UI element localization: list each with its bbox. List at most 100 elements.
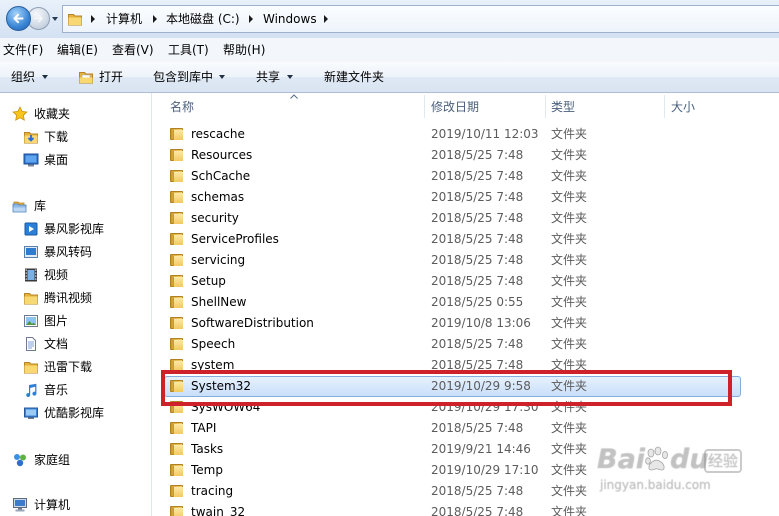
folder-icon (170, 337, 184, 351)
file-modified-date: 2018/5/25 7:48 (431, 169, 524, 183)
include-in-library-button[interactable]: 包含到库中 (148, 65, 232, 89)
file-row[interactable]: SoftwareDistribution 2019/10/8 13:06 文件夹 (153, 313, 779, 334)
nav-favorites[interactable]: 收藏夹 (34, 106, 70, 122)
folder-icon (170, 127, 184, 141)
watermark-brand-right: du (670, 444, 709, 475)
new-folder-button[interactable]: 新建文件夹 (319, 65, 391, 89)
file-type: 文件夹 (551, 295, 588, 309)
folder-icon (170, 148, 184, 162)
nav-item-music[interactable]: 音乐 (44, 382, 68, 398)
menu-view[interactable]: 查看(V) (112, 42, 154, 58)
menu-edit[interactable]: 编辑(E) (57, 42, 98, 58)
file-row[interactable]: ShellNew 2018/5/25 0:55 文件夹 (153, 292, 779, 313)
file-modified-date: 2018/5/25 7:48 (431, 421, 524, 435)
file-type: 文件夹 (551, 211, 588, 225)
nav-item-videos[interactable]: 视频 (44, 267, 68, 283)
file-modified-date: 2019/10/29 17:10 (431, 463, 539, 477)
nav-item-pictures[interactable]: 图片 (44, 313, 68, 329)
organize-label: 组织 (11, 70, 36, 84)
column-divider[interactable] (424, 95, 425, 118)
file-row[interactable]: schemas 2018/5/25 7:48 文件夹 (153, 187, 779, 208)
file-name: tracing (191, 484, 234, 498)
file-row[interactable]: Setup 2018/5/25 7:48 文件夹 (153, 271, 779, 292)
file-row[interactable]: ServiceProfiles 2018/5/25 7:48 文件夹 (153, 229, 779, 250)
file-row[interactable]: SchCache 2018/5/25 7:48 文件夹 (153, 166, 779, 187)
file-modified-date: 2019/9/21 14:46 (431, 442, 531, 456)
file-row[interactable]: TAPI 2018/5/25 7:48 文件夹 (153, 418, 779, 439)
menu-help[interactable]: 帮助(H) (223, 42, 265, 58)
nav-libraries[interactable]: 库 (34, 198, 46, 214)
organize-button[interactable]: 组织 (6, 65, 54, 89)
nav-item-tencent-video[interactable]: 腾讯视频 (44, 290, 92, 306)
nav-item-documents[interactable]: 文档 (44, 336, 68, 352)
watermark-brand-left: Bai (597, 444, 646, 475)
menu-file[interactable]: 文件(F) (3, 42, 43, 58)
computer-icon (13, 498, 27, 512)
nav-item-baofeng-library[interactable]: 暴风影视库 (44, 221, 104, 237)
breadcrumb-local-disk[interactable]: 本地磁盘 (C:) (166, 11, 240, 27)
file-modified-date: 2018/5/25 7:48 (431, 505, 524, 516)
open-button[interactable]: 打开 (74, 65, 130, 89)
nav-computer[interactable]: 计算机 (34, 497, 70, 513)
file-row[interactable]: servicing 2018/5/25 7:48 文件夹 (153, 250, 779, 271)
chevron-down-icon (42, 75, 48, 79)
nav-item-xunlei-downloads[interactable]: 迅雷下载 (44, 359, 92, 375)
file-modified-date: 2018/5/25 7:48 (431, 337, 524, 351)
file-name: rescache (191, 127, 245, 141)
file-row[interactable]: rescache 2019/10/11 12:03 文件夹 (153, 124, 779, 145)
file-modified-date: 2019/10/11 12:03 (431, 127, 539, 141)
file-type: 文件夹 (551, 169, 588, 183)
file-type: 文件夹 (551, 274, 588, 288)
open-folder-icon (79, 72, 93, 84)
column-divider[interactable] (664, 95, 665, 118)
folder-icon (24, 362, 38, 374)
share-button[interactable]: 共享 (251, 65, 299, 89)
folder-icon (170, 211, 184, 225)
file-row[interactable]: twain_32 2018/5/25 7:48 文件夹 (153, 502, 779, 516)
folder-icon (170, 442, 184, 456)
file-row[interactable]: Speech 2018/5/25 7:48 文件夹 (153, 334, 779, 355)
folder-icon (170, 232, 184, 246)
breadcrumb-chevron-icon[interactable] (153, 15, 157, 23)
video-library-icon (24, 222, 38, 236)
library-icon (12, 201, 27, 213)
file-row[interactable]: Resources 2018/5/25 7:48 文件夹 (153, 145, 779, 166)
recent-pages-dropdown-icon[interactable] (52, 17, 58, 21)
folder-icon (170, 169, 184, 183)
desktop-icon (23, 153, 39, 167)
menu-tools[interactable]: 工具(T) (168, 42, 209, 58)
video-library-icon (24, 407, 38, 419)
nav-item-youku-library[interactable]: 优酷影视库 (44, 405, 104, 421)
watermark-url: jingyan.baidu.com (600, 478, 711, 492)
folder-icon (170, 190, 184, 204)
nav-homegroup[interactable]: 家庭组 (34, 452, 70, 468)
column-type[interactable]: 类型 (551, 99, 575, 115)
column-name[interactable]: 名称 (170, 99, 194, 115)
nav-item-baofeng-transcode[interactable]: 暴风转码 (44, 244, 92, 260)
file-type: 文件夹 (551, 190, 588, 204)
file-name: ShellNew (191, 295, 247, 309)
breadcrumb-chevron-icon[interactable] (249, 15, 253, 23)
folder-icon (170, 295, 184, 309)
back-button[interactable] (6, 6, 31, 31)
breadcrumb-computer[interactable]: 计算机 (106, 11, 142, 27)
column-divider[interactable] (545, 95, 546, 118)
nav-item-downloads[interactable]: 下载 (44, 129, 68, 145)
file-row[interactable]: security 2018/5/25 7:48 文件夹 (153, 208, 779, 229)
breadcrumb-chevron-icon[interactable] (324, 15, 328, 23)
file-type: 文件夹 (551, 232, 588, 246)
file-name: SoftwareDistribution (191, 316, 314, 330)
column-size[interactable]: 大小 (671, 99, 695, 115)
file-name: Temp (191, 463, 223, 477)
sort-ascending-icon (290, 94, 298, 99)
file-name: Tasks (191, 442, 224, 456)
file-modified-date: 2018/5/25 7:48 (431, 253, 524, 267)
nav-item-desktop[interactable]: 桌面 (44, 152, 68, 168)
folder-icon (170, 253, 184, 267)
folder-icon (170, 421, 184, 435)
breadcrumb-windows[interactable]: Windows (263, 11, 317, 27)
file-modified-date: 2018/5/25 7:48 (431, 484, 524, 498)
column-modified-date[interactable]: 修改日期 (431, 99, 479, 115)
highlight-annotation-box (161, 370, 732, 406)
breadcrumb-chevron-icon[interactable] (91, 15, 95, 23)
